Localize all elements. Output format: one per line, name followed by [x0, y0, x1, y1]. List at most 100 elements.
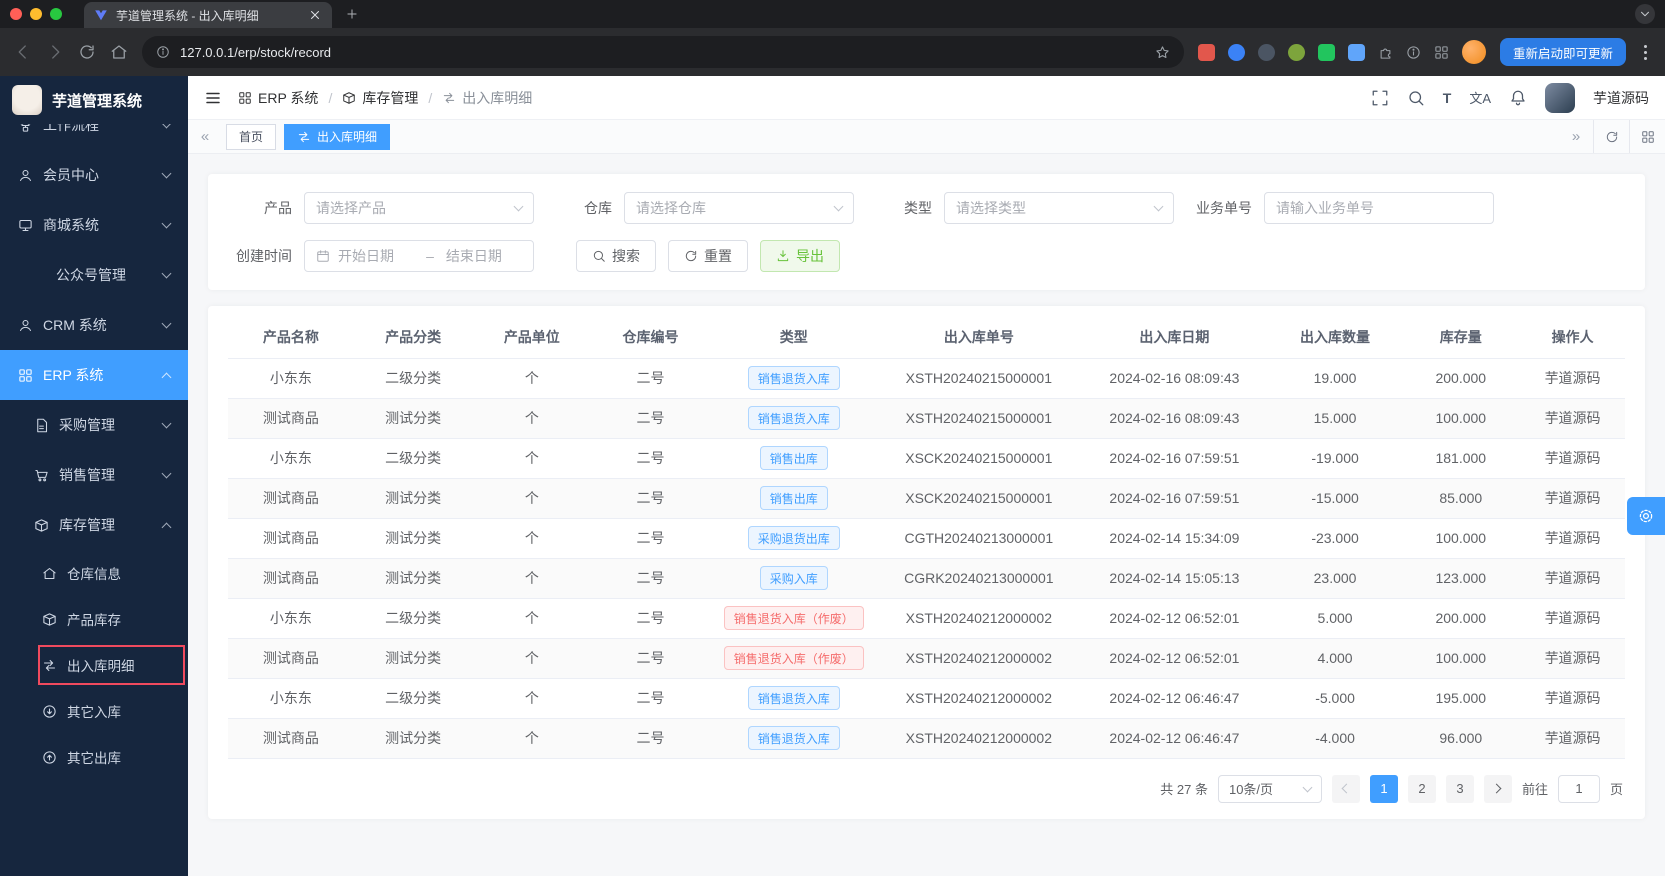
translate-icon[interactable]: 文A [1469, 88, 1491, 107]
extension-icon[interactable] [1287, 43, 1305, 61]
extension-icon[interactable] [1317, 43, 1335, 61]
business-no-input[interactable]: 请输入业务单号 [1264, 192, 1494, 224]
page-size-select[interactable]: 10条/页 [1217, 774, 1322, 803]
reset-button[interactable]: 重置 [668, 240, 748, 272]
gear-icon [1637, 507, 1655, 525]
sidebar-item-mall-system[interactable]: 商城系统 [0, 200, 188, 250]
extension-icon[interactable] [1347, 43, 1365, 61]
extension-icon[interactable] [1227, 43, 1245, 61]
goto-page-input[interactable] [1557, 774, 1600, 803]
select-placeholder: 请选择产品 [316, 200, 386, 216]
cell-operator: 芋道源码 [1520, 718, 1625, 759]
site-favicon [95, 10, 107, 21]
sidebar-item-crm-system[interactable]: CRM 系统 [0, 300, 188, 350]
tab-search-button[interactable] [1635, 4, 1655, 24]
cell-date: 2024-02-12 06:46:47 [1080, 678, 1269, 719]
address-bar[interactable]: 127.0.0.1/erp/stock/record [142, 36, 1184, 68]
notification-bell-icon[interactable] [1509, 89, 1527, 107]
settings-drawer-button[interactable] [1627, 497, 1665, 535]
next-page-button[interactable] [1483, 774, 1512, 803]
browser-tab[interactable]: 芋道管理系统 - 出入库明细 [84, 2, 332, 28]
user-avatar[interactable] [1545, 82, 1575, 113]
sidebar-item-label: 商城系统 [43, 217, 99, 233]
date-range-picker[interactable]: 开始日期 – 结束日期 [304, 240, 534, 272]
hamburger-menu-icon[interactable] [204, 89, 222, 107]
cart-icon [34, 468, 49, 483]
cell-stock: 100.000 [1401, 638, 1521, 679]
page-button-1[interactable]: 1 [1369, 774, 1398, 803]
cell-product-unit: 个 [472, 718, 592, 759]
sidebar-item-purchase[interactable]: 采购管理 [0, 400, 188, 450]
cell-type: 销售退货入库 [709, 718, 878, 759]
close-tab-icon[interactable] [308, 8, 322, 22]
cell-date: 2024-02-16 08:09:43 [1080, 398, 1269, 439]
page-button-3[interactable]: 3 [1445, 774, 1474, 803]
search-button[interactable]: 搜索 [576, 240, 656, 272]
cell-operator: 芋道源码 [1520, 558, 1625, 599]
prev-page-button[interactable] [1331, 774, 1360, 803]
fullscreen-icon[interactable] [1371, 89, 1389, 107]
warehouse-select[interactable]: 请选择仓库 [624, 192, 854, 224]
goto-suffix: 页 [1609, 782, 1623, 797]
breadcrumb-item[interactable]: 库存管理 [362, 88, 418, 108]
extension-icon[interactable] [1406, 45, 1421, 60]
extension-icon[interactable] [1197, 43, 1215, 61]
product-select[interactable]: 请选择产品 [304, 192, 534, 224]
breadcrumb-item[interactable]: ERP 系统 [258, 88, 318, 108]
app-logo-row[interactable]: 芋道管理系统 [0, 76, 188, 124]
cell-order-no: CGRK20240213000001 [877, 558, 1081, 599]
reload-button[interactable] [78, 43, 96, 61]
sidebar-item-other-stock-in[interactable]: 其它入库 [0, 688, 188, 734]
sidebar-item-warehouse-info[interactable]: 仓库信息 [0, 550, 188, 596]
page-button-2[interactable]: 2 [1407, 774, 1436, 803]
close-window-button[interactable] [10, 8, 22, 20]
extensions-puzzle-icon[interactable] [1378, 45, 1393, 60]
type-select[interactable]: 请选择类型 [944, 192, 1174, 224]
new-tab-button[interactable] [340, 2, 364, 26]
zoom-window-button[interactable] [50, 8, 62, 20]
export-button[interactable]: 导出 [760, 240, 840, 272]
select-placeholder: 请选择类型 [956, 200, 1026, 216]
side-panel-icon[interactable] [1434, 45, 1449, 60]
browser-menu-button[interactable] [1640, 44, 1651, 60]
extension-icon[interactable] [1257, 43, 1275, 61]
cell-product-category: 测试分类 [353, 638, 473, 679]
home-button[interactable] [110, 43, 128, 61]
sidebar-item-member-center[interactable]: 会员中心 [0, 150, 188, 200]
cell-date: 2024-02-14 15:05:13 [1080, 558, 1269, 599]
search-icon[interactable] [1407, 89, 1425, 107]
table-row: 测试商品 测试分类 个 二号 销售退货入库 XSTH20240215000001… [228, 398, 1625, 439]
sidebar-item-inventory[interactable]: 库存管理 [0, 500, 188, 550]
site-info-icon[interactable] [156, 45, 170, 59]
grid-icon [1641, 130, 1655, 144]
bookmark-star-icon[interactable] [1155, 45, 1170, 60]
sidebar-item-product-stock[interactable]: 产品库存 [0, 596, 188, 642]
chevron-right-icon [1492, 783, 1502, 794]
cell-order-no: XSCK20240215000001 [877, 478, 1081, 519]
sidebar-item-erp-system[interactable]: ERP 系统 [0, 350, 188, 400]
user-name[interactable]: 芋道源码 [1593, 88, 1649, 108]
sidebar-item-sales[interactable]: 销售管理 [0, 450, 188, 500]
forward-button[interactable] [46, 43, 64, 61]
font-size-icon[interactable]: T [1443, 90, 1452, 106]
sidebar-item-official-account[interactable]: 公众号管理 [0, 250, 188, 300]
browser-update-button[interactable]: 重新启动即可更新 [1499, 38, 1626, 66]
chevron-down-icon [1153, 201, 1164, 212]
tab-home[interactable]: 首页 [226, 123, 277, 150]
refresh-icon [684, 249, 698, 263]
tags-scroll-left-button[interactable]: « [188, 120, 222, 153]
warehouse-label: 仓库 [584, 200, 612, 216]
tags-refresh-button[interactable] [1593, 120, 1629, 153]
tags-scroll-right-button[interactable]: » [1559, 120, 1593, 153]
sidebar-item-other-stock-out[interactable]: 其它出库 [0, 734, 188, 780]
tab-stock-record[interactable]: 出入库明细 [284, 123, 391, 150]
cell-product-unit: 个 [472, 398, 592, 439]
back-button[interactable] [14, 43, 32, 61]
column-header: 产品单位 [472, 316, 592, 359]
tags-layout-button[interactable] [1629, 120, 1665, 153]
sidebar-item-stock-record[interactable]: 出入库明细 [0, 642, 188, 688]
browser-profile-avatar[interactable] [1461, 40, 1486, 64]
cell-warehouse-no: 二号 [591, 398, 710, 439]
minimize-window-button[interactable] [30, 8, 42, 20]
column-header: 仓库编号 [591, 316, 710, 359]
